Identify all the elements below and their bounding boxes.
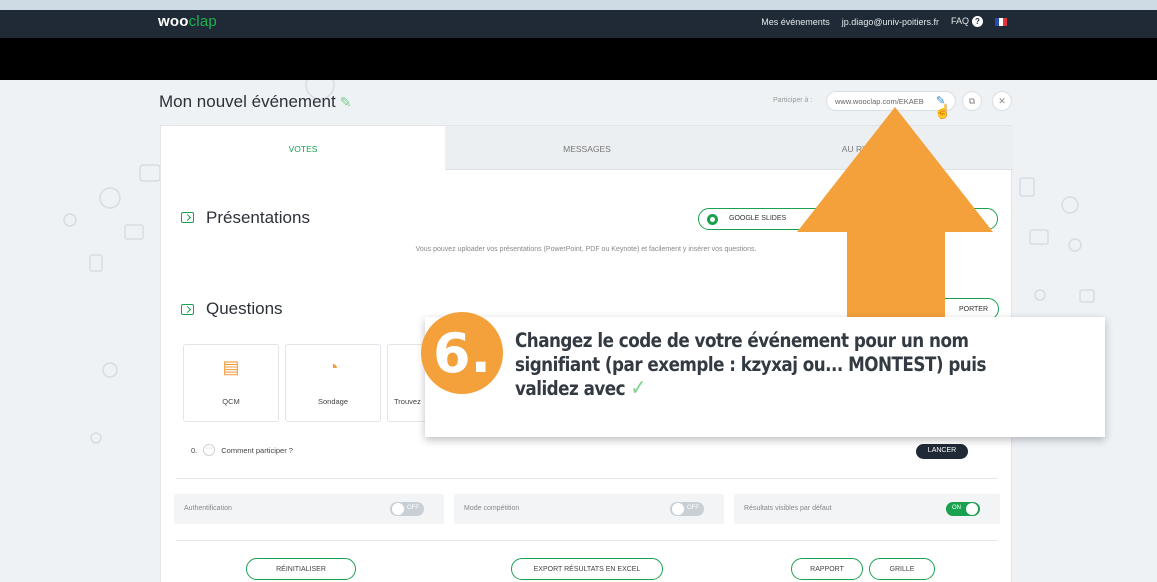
competition-toggle[interactable]: OFF — [670, 502, 704, 516]
toggle-state: OFF — [407, 505, 419, 511]
question-type-label: Sondage — [317, 397, 349, 406]
option-label: Authentification — [184, 505, 232, 512]
user-email-link[interactable]: jp.diago@univ-poitiers.fr — [842, 17, 939, 27]
question-circle-icon: ? — [972, 16, 983, 27]
top-nav-links: Mes événements jp.diago@univ-poitiers.fr… — [761, 16, 1007, 27]
event-code-value: www.wooclap.com/EKAEB — [835, 97, 924, 106]
option-label: Résultats visibles par défaut — [744, 505, 832, 512]
more-options-icon[interactable]: ··· — [203, 444, 216, 456]
toggle-state: ON — [952, 505, 961, 511]
arrow-shape — [797, 107, 993, 322]
option-authentification: Authentification OFF — [174, 494, 444, 524]
question-type-sondage[interactable]: ◔ Sondage — [285, 344, 381, 422]
question-label: Comment participer ? — [221, 445, 293, 455]
participate-label: Participer à : — [773, 97, 813, 104]
pencil-icon[interactable]: ✎ — [340, 94, 352, 111]
report-button[interactable]: RAPPORT — [791, 558, 863, 580]
qcm-icon: ▤ — [222, 357, 240, 377]
instruction-text: Changez le code de votre événement pour … — [515, 329, 1014, 401]
grid-button[interactable]: GRILLE — [869, 558, 935, 580]
authentication-toggle[interactable]: OFF — [390, 502, 424, 516]
event-title-text: Mon nouvel événement — [159, 92, 336, 111]
black-banner — [0, 38, 1157, 80]
reset-button[interactable]: RÉINITIALISER — [246, 558, 356, 580]
tab-votes[interactable]: VOTES — [161, 126, 445, 170]
question-number: 0. — [191, 445, 198, 455]
event-title: Mon nouvel événement ✎ — [159, 92, 351, 112]
toggle-knob — [672, 503, 684, 515]
divider — [176, 540, 998, 541]
question-row[interactable]: 0. ··· Comment participer ? — [191, 444, 293, 456]
french-flag-icon[interactable] — [995, 17, 1007, 26]
launch-button[interactable]: LANCER — [916, 444, 968, 459]
faq-link[interactable]: FAQ? — [951, 16, 983, 27]
close-icon: ✕ — [998, 96, 1006, 106]
logo-woo: woo — [158, 13, 189, 30]
orange-arrow-overlay — [797, 107, 993, 322]
screenshot-frame: wooclap Mes événements jp.diago@univ-poi… — [0, 0, 1157, 582]
google-slides-icon — [707, 214, 718, 225]
export-excel-button[interactable]: EXPORT RÉSULTATS EN EXCEL — [511, 558, 663, 580]
presentations-title: Présentations — [206, 208, 310, 227]
step-number-badge: 6. — [421, 312, 503, 394]
option-results-visible: Résultats visibles par défaut ON — [734, 494, 1000, 524]
toggle-knob — [392, 503, 404, 515]
divider — [176, 478, 998, 479]
google-slides-label: GOOGLE SLIDES — [729, 215, 787, 222]
presentation-icon — [181, 212, 194, 223]
toggle-knob — [966, 503, 978, 515]
upload-hint: Vous pouvez uploader vos présentations (… — [415, 246, 757, 253]
top-navbar: wooclap Mes événements jp.diago@univ-poi… — [0, 0, 1157, 38]
question-type-label: QCM — [222, 397, 240, 406]
my-events-link[interactable]: Mes événements — [761, 17, 830, 27]
instruction-body: Changez le code de votre événement pour … — [515, 329, 986, 400]
wooclap-logo[interactable]: wooclap — [158, 13, 217, 30]
faq-label: FAQ — [950, 16, 969, 26]
option-label: Mode compétition — [464, 505, 520, 512]
copy-icon: ⧉ — [968, 96, 976, 106]
check-icon: ✓ — [630, 376, 646, 401]
tab-messages[interactable]: MESSAGES — [445, 126, 729, 170]
question-type-qcm[interactable]: ▤ QCM — [183, 344, 279, 422]
toggle-state: OFF — [687, 505, 699, 511]
questions-icon — [181, 304, 194, 315]
results-visible-toggle[interactable]: ON — [946, 502, 980, 516]
logo-clap: clap — [188, 13, 217, 30]
questions-title: Questions — [206, 299, 283, 318]
option-mode-competition: Mode compétition OFF — [454, 494, 724, 524]
poll-icon: ◔ — [327, 357, 339, 377]
close-button[interactable]: ✕ — [992, 91, 1012, 111]
